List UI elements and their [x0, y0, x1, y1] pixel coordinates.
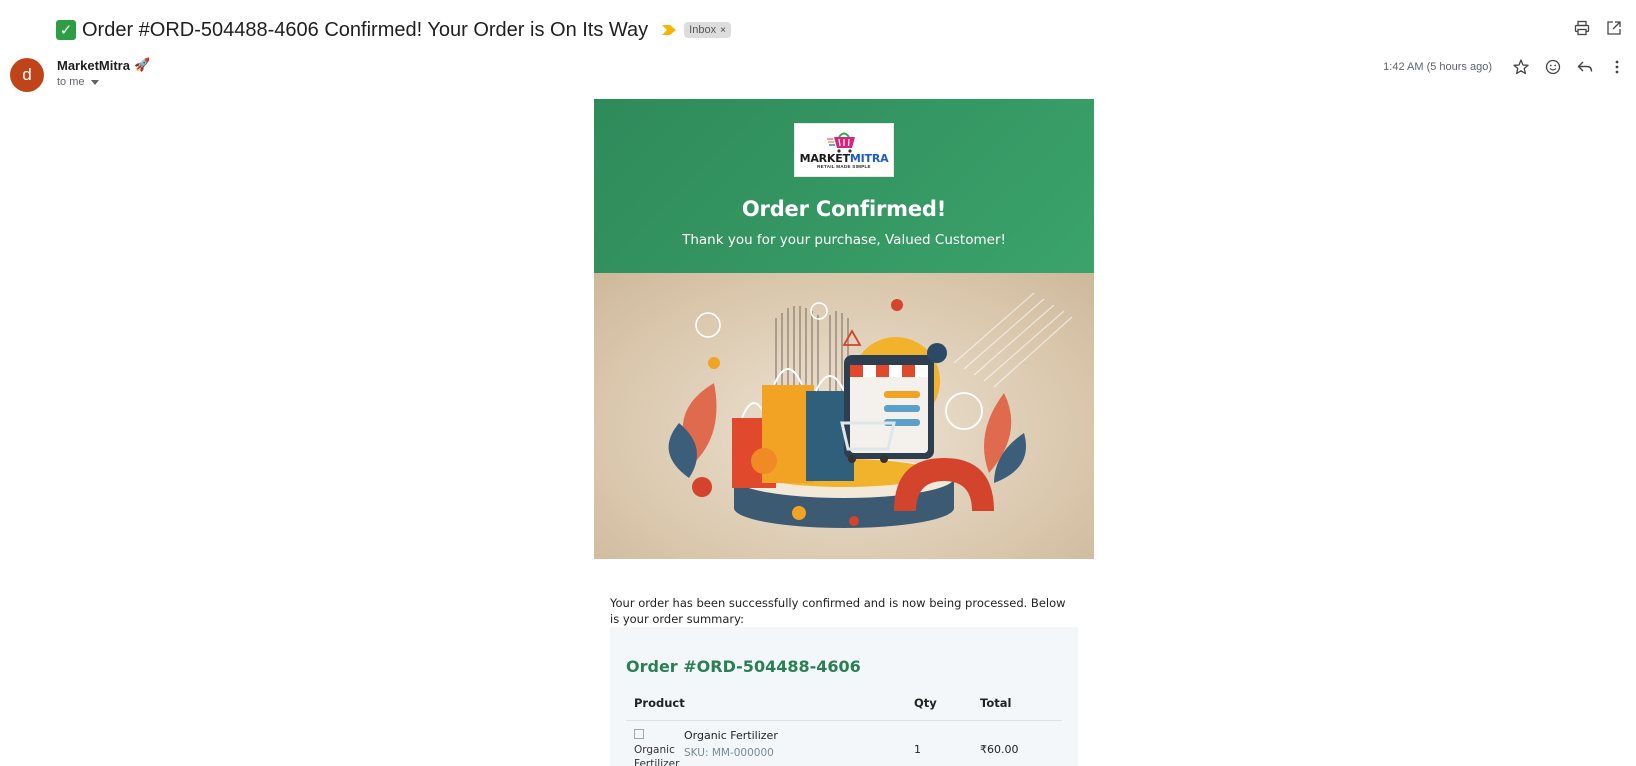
recipient-label: to me [57, 76, 85, 88]
order-number-title: Order #ORD-504488-4606 [626, 657, 861, 676]
reply-icon[interactable] [1576, 58, 1594, 76]
column-header-product: Product [626, 696, 906, 721]
shopping-banner-image [594, 273, 1094, 559]
column-header-total: Total [972, 696, 1062, 721]
shopping-illustration [668, 292, 1073, 528]
emoji-icon[interactable] [1544, 58, 1562, 76]
sender-name[interactable]: MarketMitra [57, 58, 130, 73]
star-icon[interactable] [1512, 58, 1530, 76]
rocket-emoji: 🚀 [133, 58, 151, 73]
open-in-new-icon[interactable] [1606, 20, 1622, 36]
hero-subtitle: Thank you for your purchase, Valued Cust… [682, 232, 1006, 248]
label-chip-inbox[interactable]: Inbox × [684, 22, 731, 38]
subject-row: ✓ Order #ORD-504488-4606 Confirmed! Your… [56, 16, 731, 44]
order-table: Product Qty Total Organic Fertilizer Org… [626, 696, 1062, 766]
importance-marker-icon[interactable] [662, 25, 677, 35]
column-header-qty: Qty [906, 696, 972, 721]
product-qty: 1 [914, 743, 921, 756]
product-sku: SKU: MM-000000 [684, 747, 774, 759]
order-summary: Order #ORD-504488-4606 Product Qty Total… [610, 627, 1078, 766]
product-image-broken: Organic Fertilizer [634, 729, 679, 766]
email-header: MARKETMITRA RETAIL MADE SIMPLE Order Con… [594, 99, 1094, 273]
email-body: MARKETMITRA RETAIL MADE SIMPLE Order Con… [594, 99, 1094, 766]
recipient-details[interactable]: to me [57, 76, 150, 88]
product-name: Organic Fertilizer [684, 729, 778, 742]
sender-block: MarketMitra 🚀 to me [57, 58, 150, 88]
logo-wordmark: MARKETMITRA [799, 152, 889, 165]
chevron-down-icon[interactable] [90, 79, 99, 85]
sender-name-row: MarketMitra 🚀 [57, 58, 150, 73]
message-actions: 1:42 AM (5 hours ago) [1383, 58, 1626, 76]
timestamp: 1:42 AM (5 hours ago) [1383, 61, 1492, 73]
print-icon[interactable] [1574, 20, 1590, 36]
intro-text: Your order has been successfully confirm… [610, 596, 1066, 626]
label-chip-text: Inbox [689, 24, 717, 36]
shopping-basket-icon [827, 132, 855, 153]
email-subject: Order #ORD-504488-4606 Confirmed! Your O… [82, 18, 649, 41]
remove-label-icon[interactable]: × [720, 25, 726, 36]
more-vert-icon[interactable] [1608, 58, 1626, 76]
broken-image-icon [634, 729, 644, 739]
logo-tagline: RETAIL MADE SIMPLE [817, 164, 871, 169]
avatar[interactable]: d [10, 58, 44, 92]
product-cell: Organic Fertilizer Organic Fertilizer SK… [626, 721, 906, 766]
hero-title: Order Confirmed! [741, 197, 947, 221]
top-toolbar [1574, 20, 1622, 36]
table-row: Organic Fertilizer Organic Fertilizer SK… [626, 721, 1062, 766]
table-header-row: Product Qty Total [626, 696, 1062, 721]
marketmitra-logo: MARKETMITRA RETAIL MADE SIMPLE [794, 123, 894, 177]
check-mark-icon: ✓ [56, 20, 76, 40]
product-total: ₹60.00 [980, 743, 1019, 756]
